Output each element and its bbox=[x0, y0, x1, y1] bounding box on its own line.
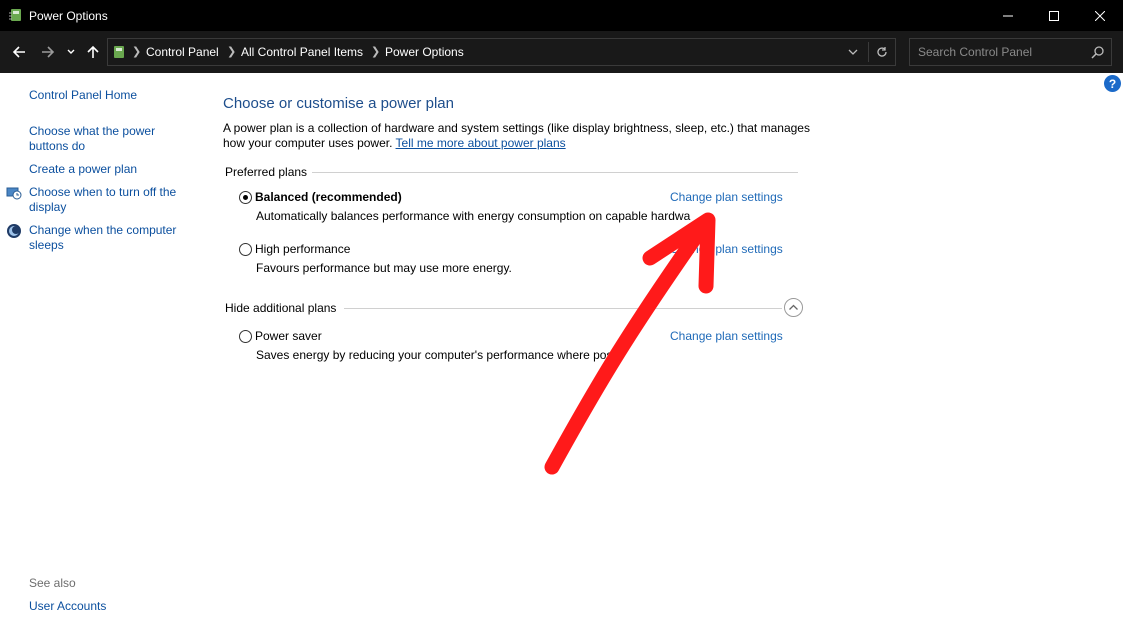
computer-sleeps-link[interactable]: Change when the computer sleeps bbox=[29, 223, 176, 253]
preferred-plans-label: Preferred plans bbox=[225, 165, 308, 179]
hide-additional-plans-label[interactable]: Hide additional plans bbox=[225, 301, 336, 315]
control-panel-home-link[interactable]: Control Panel Home bbox=[29, 88, 137, 103]
high-performance-radio[interactable] bbox=[239, 243, 252, 256]
link-line: Choose when to turn off the bbox=[29, 185, 177, 199]
search-icon[interactable] bbox=[1091, 45, 1105, 59]
breadcrumb-separator: ❯ bbox=[227, 46, 237, 58]
red-arrow-annotation bbox=[544, 212, 716, 475]
close-button[interactable] bbox=[1077, 0, 1123, 31]
change-plan-settings-link[interactable]: Change plan settings bbox=[670, 329, 783, 343]
recent-locations-button[interactable] bbox=[63, 41, 79, 63]
minimize-button[interactable] bbox=[985, 0, 1031, 31]
moon-sleep-icon bbox=[7, 224, 21, 238]
up-arrow-icon bbox=[87, 45, 99, 58]
breadcrumb-separator: ❯ bbox=[371, 46, 381, 58]
monitor-clock-icon bbox=[6, 187, 22, 200]
create-power-plan-link[interactable]: Create a power plan bbox=[29, 162, 137, 177]
turn-off-display-link[interactable]: Choose when to turn off the display bbox=[29, 185, 176, 215]
link-line: Choose what the power bbox=[29, 124, 156, 138]
search-box[interactable] bbox=[909, 38, 1112, 66]
back-button[interactable] bbox=[8, 41, 30, 63]
plan-name[interactable]: Power saver bbox=[255, 329, 322, 343]
user-accounts-link[interactable]: User Accounts bbox=[29, 599, 106, 614]
plan-description: Automatically balances performance with … bbox=[256, 209, 691, 223]
minimize-icon bbox=[1003, 15, 1013, 16]
link-line: Change when the computer bbox=[29, 223, 177, 237]
divider bbox=[312, 172, 798, 173]
forward-button[interactable] bbox=[37, 41, 59, 63]
link-line: sleeps bbox=[29, 238, 64, 252]
page-title: Choose or customise a power plan bbox=[223, 95, 454, 112]
breadcrumb-all-items[interactable]: All Control Panel Items bbox=[241, 45, 363, 59]
link-line: buttons do bbox=[29, 139, 86, 153]
breadcrumb-separator: ❯ bbox=[132, 46, 142, 58]
forward-arrow-icon bbox=[42, 46, 55, 58]
arrow-shaft bbox=[544, 214, 714, 475]
breadcrumb-control-panel[interactable]: Control Panel bbox=[146, 45, 219, 59]
change-plan-settings-link[interactable]: Change plan settings bbox=[670, 190, 783, 204]
control-panel-icon bbox=[114, 46, 124, 58]
title-bar: Power Options bbox=[0, 0, 1123, 31]
up-button[interactable] bbox=[82, 41, 104, 63]
chevron-down-icon bbox=[67, 49, 75, 54]
balanced-radio[interactable] bbox=[239, 191, 252, 204]
refresh-button[interactable] bbox=[871, 42, 893, 62]
divider bbox=[868, 42, 869, 62]
page-description: A power plan is a collection of hardware… bbox=[223, 121, 813, 151]
plan-name[interactable]: Balanced (recommended) bbox=[255, 190, 402, 204]
power-saver-radio[interactable] bbox=[239, 330, 252, 343]
see-also-label: See also bbox=[29, 576, 76, 590]
power-options-icon bbox=[9, 9, 21, 21]
navigation-bar: ❯ Control Panel ❯ All Control Panel Item… bbox=[0, 31, 1123, 73]
learn-more-link[interactable]: Tell me more about power plans bbox=[396, 136, 566, 150]
back-arrow-icon bbox=[12, 46, 25, 58]
chevron-down-icon bbox=[848, 49, 858, 55]
help-icon[interactable]: ? bbox=[1104, 75, 1121, 92]
chevron-up-icon bbox=[789, 304, 798, 310]
refresh-icon bbox=[877, 47, 887, 57]
collapse-button[interactable] bbox=[784, 298, 803, 317]
window-title: Power Options bbox=[29, 9, 108, 23]
change-plan-settings-link[interactable]: Change plan settings bbox=[670, 242, 783, 256]
close-icon bbox=[1095, 10, 1105, 21]
search-input[interactable] bbox=[910, 39, 1085, 65]
plan-description: Saves energy by reducing your computer's… bbox=[256, 348, 619, 362]
plan-name[interactable]: High performance bbox=[255, 242, 350, 256]
maximize-icon bbox=[1049, 10, 1059, 21]
divider bbox=[344, 308, 782, 309]
link-line: display bbox=[29, 200, 67, 214]
breadcrumb-power-options[interactable]: Power Options bbox=[385, 45, 464, 59]
choose-power-buttons-link[interactable]: Choose what the power buttons do bbox=[29, 124, 155, 154]
address-field[interactable]: ❯ Control Panel ❯ All Control Panel Item… bbox=[107, 38, 896, 66]
maximize-button[interactable] bbox=[1031, 0, 1077, 31]
address-dropdown-button[interactable] bbox=[843, 42, 863, 62]
plan-description: Favours performance but may use more ene… bbox=[256, 261, 512, 275]
